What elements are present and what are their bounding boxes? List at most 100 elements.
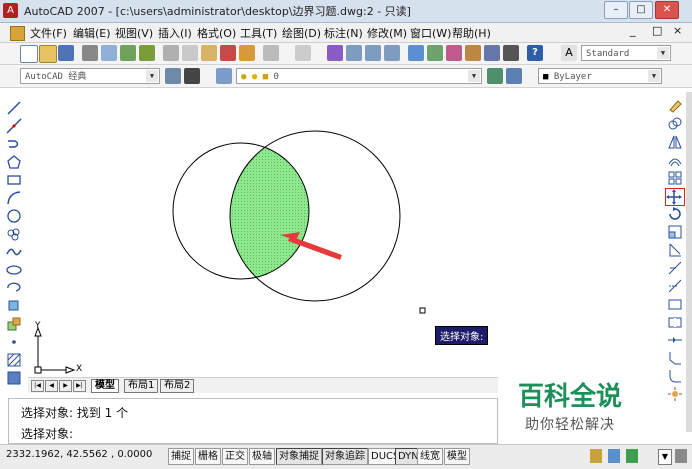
- block-editor-icon[interactable]: [239, 45, 255, 61]
- command-window[interactable]: 选择对象: 找到 1 个 选择对象:: [8, 398, 498, 444]
- pan-icon[interactable]: [327, 45, 343, 61]
- spline-icon[interactable]: [6, 244, 22, 260]
- text-style-icon[interactable]: A: [561, 45, 577, 61]
- menu-dimension[interactable]: 标注(N): [324, 25, 363, 41]
- menu-view[interactable]: 视图(V): [115, 25, 153, 41]
- undo-icon[interactable]: [263, 45, 279, 61]
- command-prompt[interactable]: 选择对象:: [21, 425, 73, 442]
- zoom-realtime-icon[interactable]: [346, 45, 362, 61]
- design-center-icon[interactable]: [427, 45, 443, 61]
- layer-manager-icon[interactable]: [216, 68, 232, 84]
- close-button[interactable]: ✕: [655, 1, 679, 19]
- next-tab-button[interactable]: ▶: [59, 380, 72, 392]
- document-icon[interactable]: [10, 26, 25, 41]
- doc-minimize-button[interactable]: _: [630, 24, 636, 37]
- scale-icon[interactable]: [667, 224, 683, 240]
- polar-toggle[interactable]: 极轴: [249, 448, 275, 465]
- polygon-icon[interactable]: [6, 154, 22, 170]
- vertical-scrollbar[interactable]: [686, 92, 692, 432]
- tray-settings-icon[interactable]: [626, 449, 638, 463]
- plot-preview-icon[interactable]: [101, 45, 117, 61]
- osnap-toggle[interactable]: 对象捕捉: [276, 448, 322, 465]
- restore-button[interactable]: □: [629, 1, 653, 19]
- workspace-select[interactable]: AutoCAD 经典 ▼: [20, 68, 160, 84]
- save-icon[interactable]: [58, 45, 74, 61]
- extend-icon[interactable]: [667, 278, 683, 294]
- cut-icon[interactable]: [163, 45, 179, 61]
- snap-toggle[interactable]: 捕捉: [168, 448, 194, 465]
- copy-object-icon[interactable]: [667, 116, 683, 132]
- zoom-previous-icon[interactable]: [384, 45, 400, 61]
- point-icon[interactable]: [6, 334, 22, 350]
- prev-tab-button[interactable]: ◀: [45, 380, 58, 392]
- drawing-canvas[interactable]: Y X: [28, 90, 665, 376]
- properties-icon[interactable]: [408, 45, 424, 61]
- first-tab-button[interactable]: |◀: [31, 380, 44, 392]
- chamfer-icon[interactable]: [667, 350, 683, 366]
- color-select[interactable]: ■ ByLayer ▼: [538, 68, 662, 84]
- make-block-icon[interactable]: [6, 316, 22, 332]
- calculator-icon[interactable]: [503, 45, 519, 61]
- layer-previous-icon[interactable]: [506, 68, 522, 84]
- break-icon[interactable]: [667, 314, 683, 330]
- match-properties-icon[interactable]: [220, 45, 236, 61]
- otrack-toggle[interactable]: 对象追踪: [322, 448, 368, 465]
- ellipse-arc-icon[interactable]: [6, 280, 22, 296]
- menu-help[interactable]: 帮助(H): [452, 25, 491, 41]
- line-icon[interactable]: [6, 100, 22, 116]
- tool-palettes-icon[interactable]: [446, 45, 462, 61]
- coordinate-readout[interactable]: 2332.1962, 42.5562 , 0.0000: [6, 449, 152, 460]
- polyline-icon[interactable]: [6, 136, 22, 152]
- doc-restore-button[interactable]: □: [652, 24, 662, 37]
- menu-insert[interactable]: 插入(I): [158, 25, 192, 41]
- menu-file[interactable]: 文件(F): [30, 25, 67, 41]
- hatch-icon[interactable]: [6, 352, 22, 368]
- mirror-icon[interactable]: [667, 134, 683, 150]
- print-icon[interactable]: [82, 45, 98, 61]
- save-workspace-icon[interactable]: [184, 68, 200, 84]
- model-space-toggle[interactable]: 模型: [444, 448, 470, 465]
- trim-icon[interactable]: [667, 260, 683, 276]
- new-icon[interactable]: [20, 45, 38, 63]
- menu-tools[interactable]: 工具(T): [240, 25, 277, 41]
- ortho-toggle[interactable]: 正交: [222, 448, 248, 465]
- fillet-icon[interactable]: [667, 368, 683, 384]
- menu-draw[interactable]: 绘图(D): [282, 25, 321, 41]
- move-icon[interactable]: [665, 188, 685, 206]
- open-icon[interactable]: [39, 45, 57, 63]
- autocad-icon[interactable]: A: [3, 3, 18, 18]
- doc-close-button[interactable]: ×: [673, 24, 682, 37]
- paste-icon[interactable]: [201, 45, 217, 61]
- lineweight-toggle[interactable]: 线宽: [417, 448, 443, 465]
- rotate-icon[interactable]: [667, 206, 683, 222]
- tab-layout2[interactable]: 布局2: [160, 379, 195, 393]
- join-icon[interactable]: [667, 332, 683, 348]
- zoom-window-icon[interactable]: [365, 45, 381, 61]
- clean-screen-icon[interactable]: [675, 449, 687, 463]
- menu-edit[interactable]: 编辑(E): [73, 25, 111, 41]
- menu-format[interactable]: 格式(O): [197, 25, 236, 41]
- help-icon[interactable]: ?: [527, 45, 543, 61]
- gradient-icon[interactable]: [6, 370, 22, 386]
- stretch-icon[interactable]: [667, 242, 683, 258]
- erase-icon[interactable]: [667, 98, 683, 114]
- break-at-point-icon[interactable]: [667, 296, 683, 312]
- insert-block-icon[interactable]: [6, 298, 22, 314]
- ellipse-icon[interactable]: [6, 262, 22, 278]
- offset-icon[interactable]: [667, 152, 683, 168]
- circle-icon[interactable]: [6, 208, 22, 224]
- rectangle-icon[interactable]: [6, 172, 22, 188]
- publish-icon[interactable]: [120, 45, 136, 61]
- plot-3d-icon[interactable]: [139, 45, 155, 61]
- workspace-settings-icon[interactable]: [165, 68, 181, 84]
- last-tab-button[interactable]: ▶|: [73, 380, 86, 392]
- sheet-set-icon[interactable]: [465, 45, 481, 61]
- tab-layout1[interactable]: 布局1: [124, 379, 159, 393]
- minimize-button[interactable]: –: [604, 1, 628, 19]
- status-menu-icon[interactable]: ▼: [658, 449, 672, 465]
- markup-icon[interactable]: [484, 45, 500, 61]
- communication-center-icon[interactable]: [608, 449, 620, 463]
- layer-select[interactable]: ● ● ■ 0 ▼: [236, 68, 482, 84]
- lock-icon[interactable]: [590, 449, 602, 463]
- grid-toggle[interactable]: 栅格: [195, 448, 221, 465]
